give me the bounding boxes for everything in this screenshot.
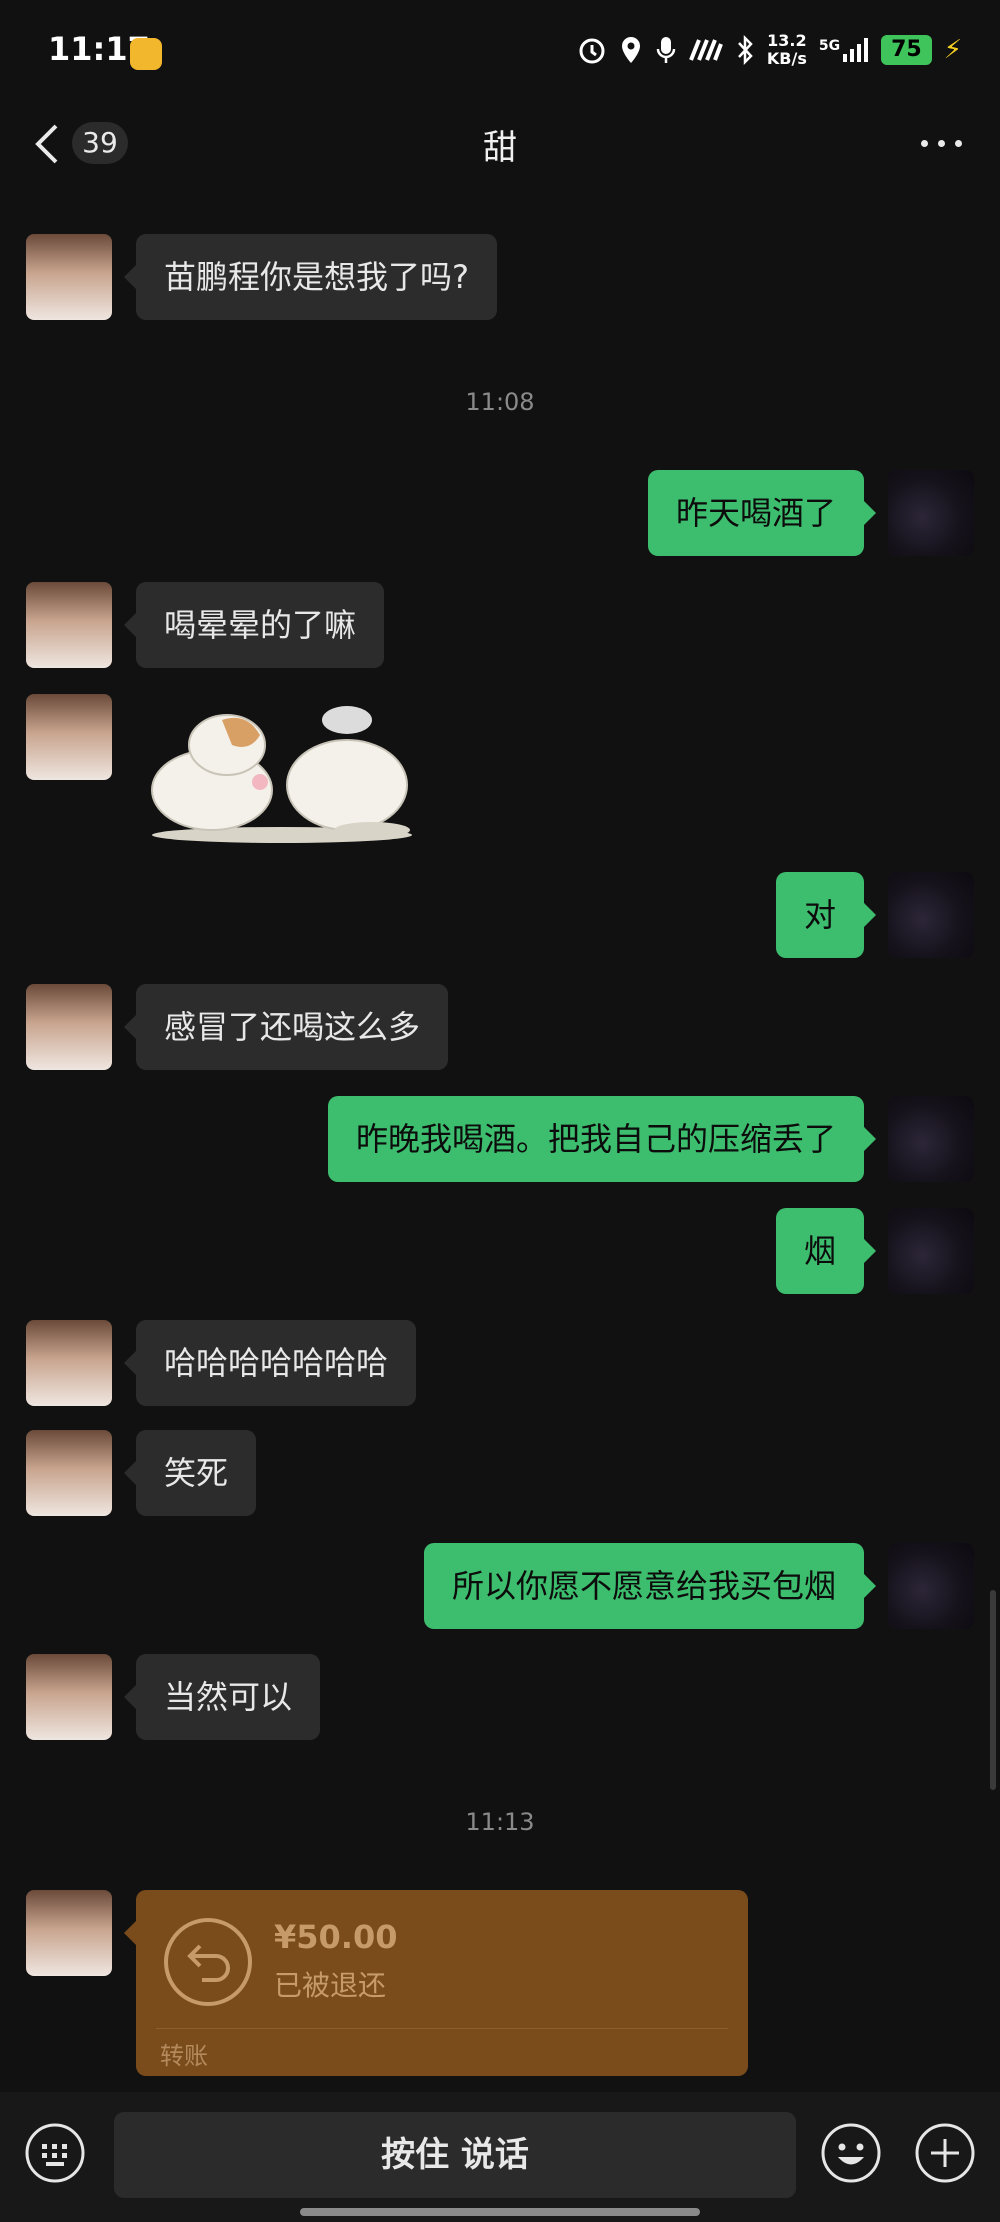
message-bubble[interactable]: 当然可以 bbox=[123, 1654, 321, 1740]
divider bbox=[156, 2028, 728, 2029]
network-type: 5G bbox=[818, 38, 841, 54]
emoji-icon[interactable] bbox=[820, 2122, 882, 2184]
message-bubble[interactable]: 笑死 bbox=[123, 1430, 257, 1516]
chat-title: 甜 bbox=[483, 128, 517, 168]
message-bubble[interactable]: 昨晚我喝酒。把我自己的压缩丢了 bbox=[327, 1096, 877, 1182]
my-avatar[interactable] bbox=[888, 1208, 974, 1294]
hamster-sticker[interactable] bbox=[132, 690, 432, 850]
contact-avatar[interactable] bbox=[26, 1654, 112, 1740]
my-avatar[interactable] bbox=[888, 872, 974, 958]
transfer-card[interactable]: ¥50.00 已被退还 转账 bbox=[124, 1890, 748, 2076]
alarm-icon bbox=[579, 38, 605, 64]
keyboard-icon[interactable] bbox=[24, 2122, 86, 2184]
plus-icon[interactable] bbox=[914, 2122, 976, 2184]
contact-avatar[interactable] bbox=[26, 1890, 112, 1976]
charging-icon: ⚡ bbox=[943, 35, 962, 65]
message-bubble[interactable]: 对 bbox=[775, 872, 877, 958]
hold-to-talk-button[interactable]: 按住 说话 bbox=[114, 2112, 796, 2198]
transfer-status: 已被退还 bbox=[274, 1969, 387, 2002]
microphone-icon bbox=[656, 37, 676, 63]
refund-icon bbox=[164, 1918, 252, 2006]
signal-icon bbox=[843, 38, 869, 62]
app-notification-icon bbox=[130, 38, 162, 70]
contact-avatar[interactable] bbox=[26, 984, 112, 1070]
network-speed: 13.2 KB/s bbox=[766, 31, 807, 68]
signal-group: 5G bbox=[819, 38, 869, 62]
status-icons: 13.2 KB/s 5G 75 ⚡ bbox=[577, 30, 962, 70]
message-bubble[interactable]: 所以你愿不愿意给我买包烟 bbox=[423, 1543, 877, 1629]
message-bubble[interactable]: 哈哈哈哈哈哈哈 bbox=[123, 1320, 417, 1406]
message-bubble[interactable]: 感冒了还喝这么多 bbox=[123, 984, 449, 1070]
timestamp: 11:13 bbox=[465, 1808, 535, 1836]
transfer-amount: ¥50.00 bbox=[274, 1918, 398, 1956]
contact-avatar[interactable] bbox=[26, 234, 112, 320]
message-bubble[interactable]: 烟 bbox=[775, 1208, 877, 1294]
contact-avatar[interactable] bbox=[26, 1430, 112, 1516]
location-icon bbox=[621, 37, 640, 63]
message-bubble[interactable]: 苗鹏程你是想我了吗? bbox=[124, 234, 497, 320]
home-indicator[interactable] bbox=[300, 2208, 700, 2216]
my-avatar[interactable] bbox=[888, 1543, 974, 1629]
message-bubble[interactable]: 喝晕晕的了嘛 bbox=[123, 582, 385, 668]
contact-avatar[interactable] bbox=[26, 582, 112, 668]
contact-avatar[interactable] bbox=[26, 694, 112, 780]
bluetooth-icon bbox=[737, 35, 753, 65]
scrollbar[interactable] bbox=[990, 1590, 996, 1790]
message-bubble[interactable]: 昨天喝酒了 bbox=[647, 470, 877, 556]
contact-avatar[interactable] bbox=[26, 1320, 112, 1406]
transfer-label: 转账 bbox=[160, 2042, 208, 2070]
nfc-icon bbox=[689, 39, 723, 61]
more-options-icon[interactable] bbox=[921, 140, 962, 147]
my-avatar[interactable] bbox=[888, 1096, 974, 1182]
my-avatar[interactable] bbox=[888, 470, 974, 556]
battery-indicator: 75 bbox=[881, 35, 932, 65]
timestamp: 11:08 bbox=[465, 388, 535, 416]
